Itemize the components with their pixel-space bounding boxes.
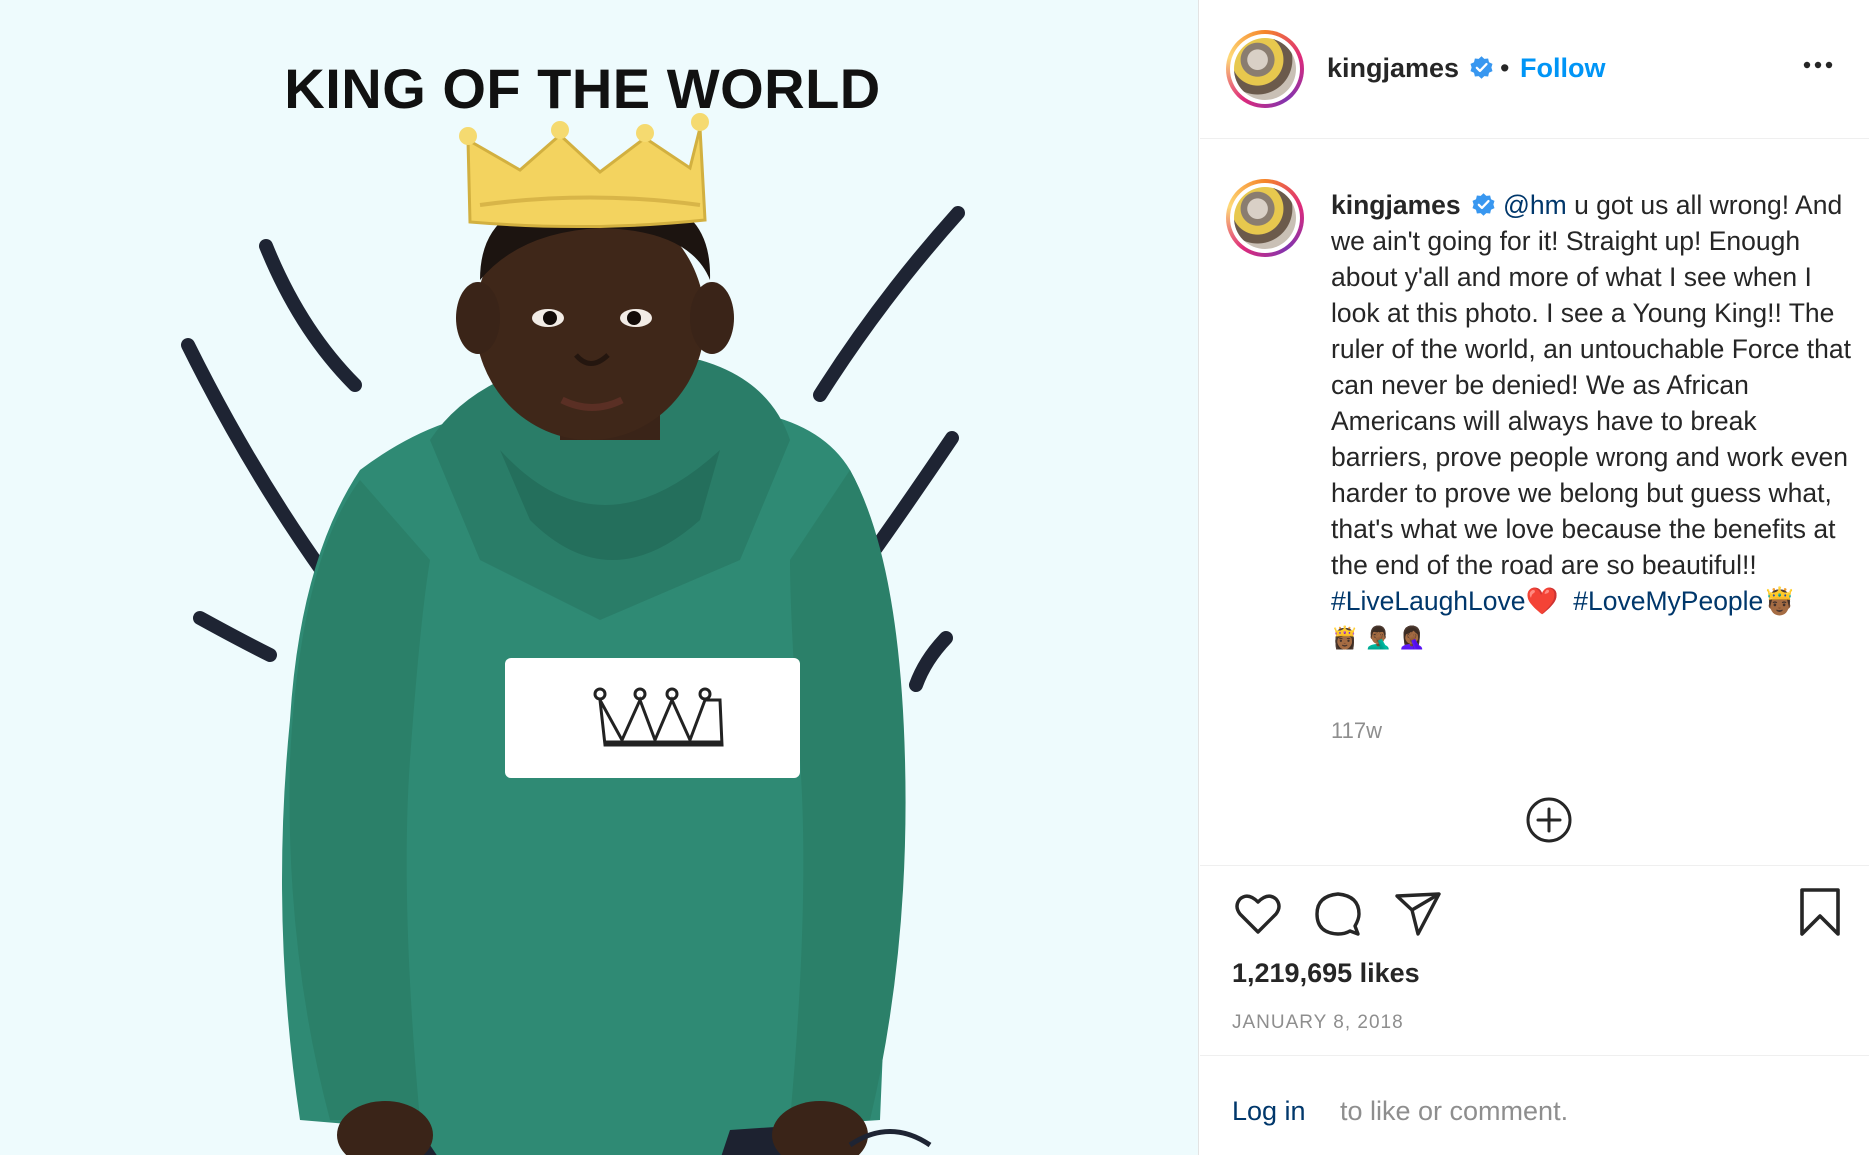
hashtag-link[interactable]: #LoveMyPeople (1573, 586, 1763, 616)
avatar[interactable] (1226, 30, 1304, 108)
heart-icon[interactable] (1232, 888, 1284, 940)
login-link[interactable]: Log in (1232, 1096, 1306, 1127)
more-options-icon[interactable] (1803, 58, 1833, 72)
post-photo-illustration (0, 0, 1198, 1155)
comment-icon[interactable] (1312, 888, 1364, 940)
share-icon[interactable] (1392, 888, 1444, 940)
caption-avatar[interactable] (1226, 179, 1304, 257)
caption-username[interactable]: kingjames (1331, 190, 1461, 220)
actions-bar: 1,219,695 likes JANUARY 8, 2018 (1200, 865, 1869, 1055)
mention-link[interactable]: @hm (1503, 190, 1567, 220)
follow-button[interactable]: Follow (1520, 53, 1605, 84)
post-date: JANUARY 8, 2018 (1232, 1012, 1404, 1033)
bookmark-icon[interactable] (1794, 886, 1846, 938)
login-prompt: to like or comment. (1340, 1096, 1569, 1126)
plus-circle-icon[interactable] (1525, 796, 1573, 844)
login-bar: Log in to like or comment. (1200, 1055, 1869, 1155)
image-headline: KING OF THE WORLD (284, 57, 881, 120)
likes-count[interactable]: 1,219,695 likes (1232, 958, 1420, 989)
emoji: 🤴🏾 (1763, 586, 1797, 616)
header-username[interactable]: kingjames (1327, 53, 1494, 84)
header-separator: • (1500, 53, 1510, 83)
chest-label (505, 658, 800, 778)
verified-badge-icon (1472, 193, 1495, 216)
post-header: kingjames • Follow (1200, 0, 1869, 139)
post-side-panel: kingjames • Follow kingjames @hm u got u… (1200, 0, 1869, 1155)
hashtag-link[interactable]: #LiveLaughLove (1331, 586, 1526, 616)
emoji-row: 👸🏾 🤦🏾‍♂️ 🤦🏾‍♀️ (1331, 625, 1426, 650)
emoji: ❤️ (1525, 586, 1559, 616)
post-caption: kingjames @hm u got us all wrong! And we… (1331, 187, 1851, 657)
caption-text: u got us all wrong! And we ain't going f… (1331, 190, 1851, 580)
post-age[interactable]: 117w (1331, 718, 1382, 744)
post-image[interactable]: KING OF THE WORLD (0, 0, 1199, 1155)
verified-badge-icon (1470, 56, 1493, 79)
